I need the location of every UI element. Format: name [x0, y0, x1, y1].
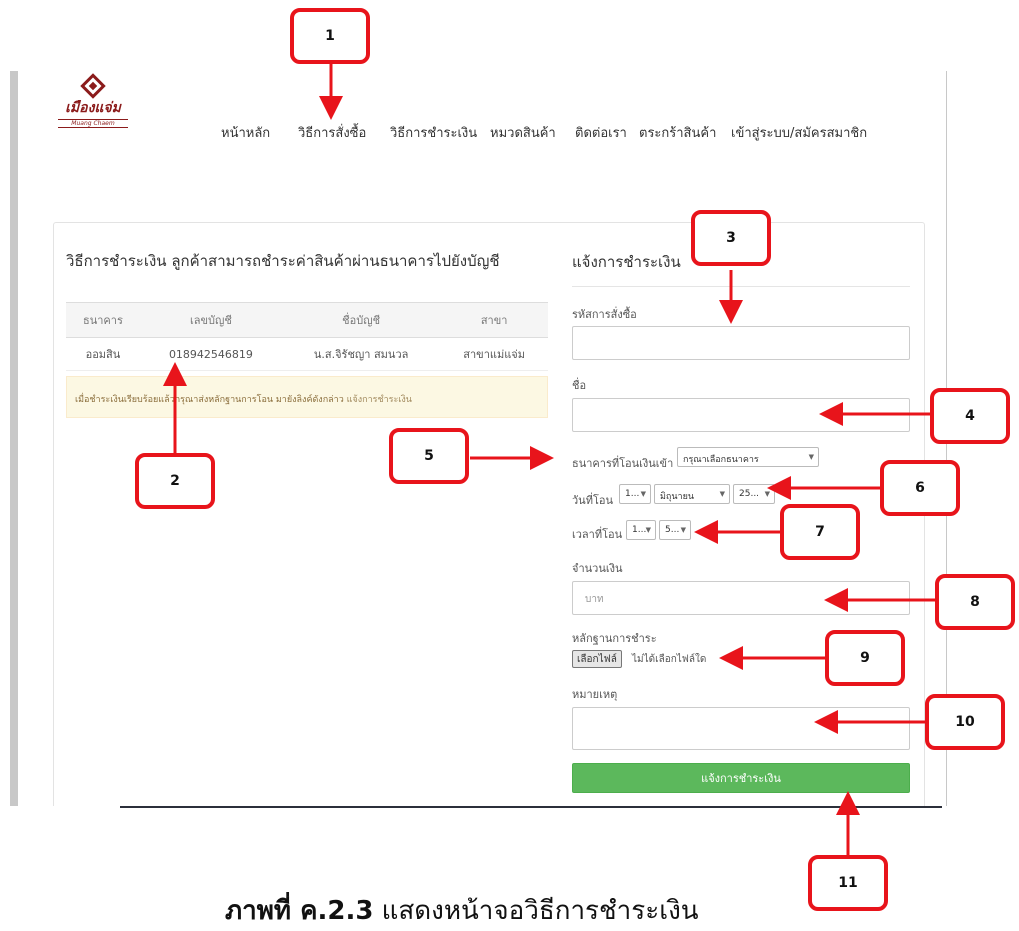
- callout-11: 11: [808, 855, 888, 911]
- caption-text: แสดงหน้าจอวิธีการชำระเงิน: [373, 896, 699, 926]
- callout-5: 5: [389, 428, 469, 484]
- callout-7: 7: [780, 504, 860, 560]
- callout-2: 2: [135, 453, 215, 509]
- caption-prefix: ภาพที่: [225, 896, 301, 926]
- callout-3: 3: [691, 210, 771, 266]
- figure-caption: ภาพที่ ค.2.3 แสดงหน้าจอวิธีการชำระเงิน: [225, 890, 699, 931]
- callout-9: 9: [825, 630, 905, 686]
- callout-8: 8: [935, 574, 1015, 630]
- callout-4: 4: [930, 388, 1010, 444]
- callout-1: 1: [290, 8, 370, 64]
- callout-10: 10: [925, 694, 1005, 750]
- caption-number: ค.2.3: [300, 896, 374, 926]
- callout-6: 6: [880, 460, 960, 516]
